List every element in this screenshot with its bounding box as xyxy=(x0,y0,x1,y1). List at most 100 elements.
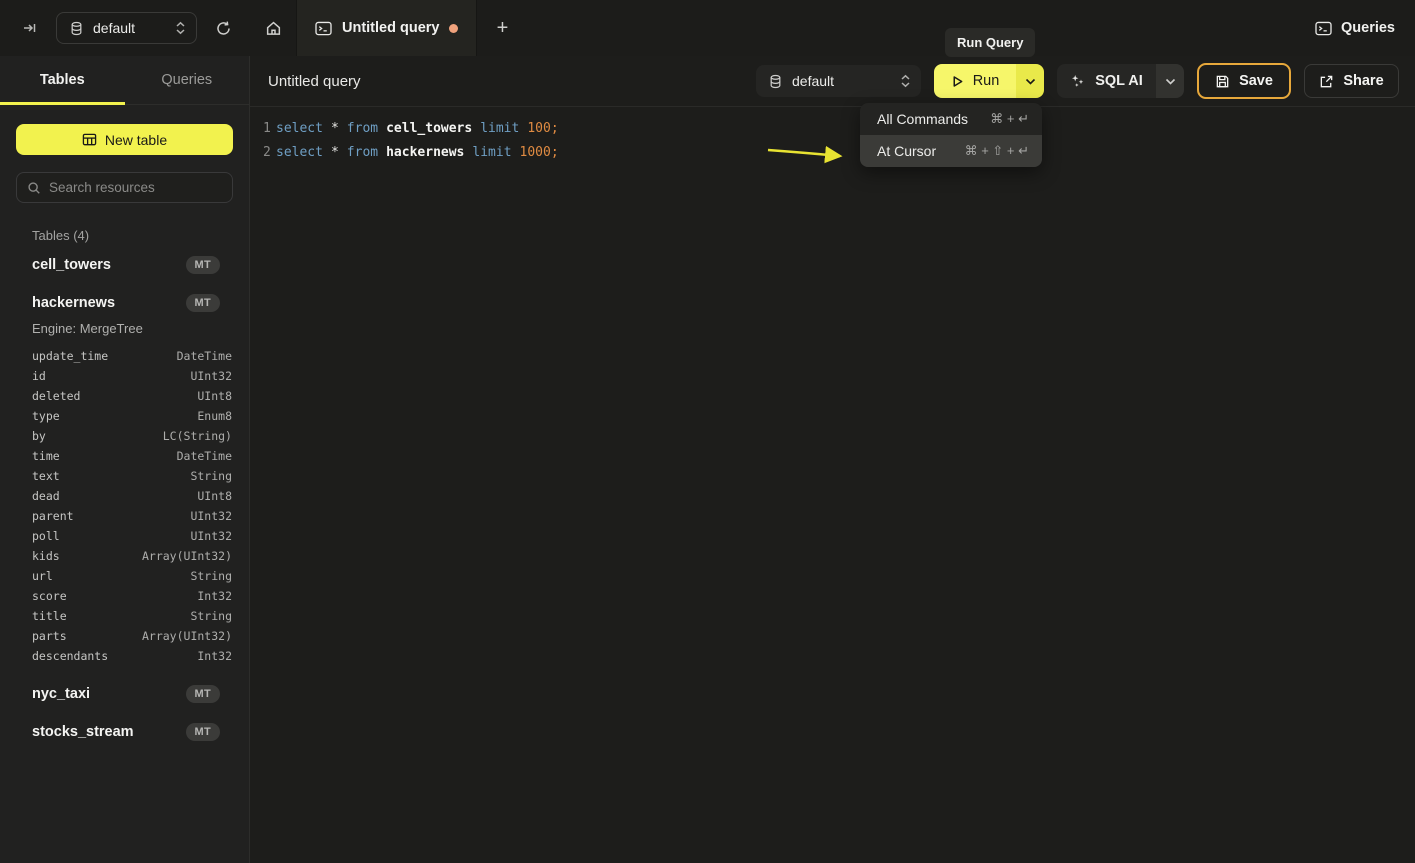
line-number: 2 xyxy=(250,145,268,160)
terminal-icon xyxy=(1315,21,1332,36)
column-type: DateTime xyxy=(177,349,232,363)
search-input[interactable] xyxy=(49,180,222,195)
unsaved-dot xyxy=(449,24,458,33)
line-number: 1 xyxy=(250,121,268,136)
chevron-down-icon xyxy=(1165,78,1176,85)
code-text: select*fromcell_towerslimit100; xyxy=(276,121,559,136)
queries-button[interactable]: Queries xyxy=(1315,20,1395,36)
column-name: kids xyxy=(32,549,60,563)
topbar-left: default xyxy=(0,0,250,56)
tab-title: Untitled query xyxy=(342,20,439,36)
column-name: deleted xyxy=(32,389,80,403)
column-type: DateTime xyxy=(177,449,232,463)
sql-ai-label: SQL AI xyxy=(1095,73,1143,89)
refresh-button[interactable] xyxy=(211,16,236,41)
run-button-label: Run xyxy=(973,73,1000,89)
sidebar-tabs: Tables Queries xyxy=(0,56,249,105)
column-row: by LC(String) xyxy=(0,426,249,446)
home-icon xyxy=(265,20,282,37)
save-icon xyxy=(1215,74,1230,89)
column-name: by xyxy=(32,429,46,443)
tabstrip: Untitled query + xyxy=(250,0,527,56)
toolbar-database-selector[interactable]: default xyxy=(756,65,921,97)
refresh-icon xyxy=(215,20,232,37)
column-name: parent xyxy=(32,509,74,523)
topbar-database-selector[interactable]: default xyxy=(56,12,197,44)
column-type: UInt32 xyxy=(190,509,232,523)
chevron-down-icon xyxy=(1025,78,1036,85)
engine-badge: MT xyxy=(186,294,220,312)
column-name: text xyxy=(32,469,60,483)
run-options-menu: All Commands ⌘ + ↵ At Cursor ⌘ + ⇧ + ↵ xyxy=(860,103,1042,167)
engine-label: Engine: MergeTree xyxy=(32,321,249,336)
menu-item-label: All Commands xyxy=(877,111,968,127)
terminal-icon xyxy=(315,21,332,36)
menu-item-label: At Cursor xyxy=(877,143,936,159)
column-name: dead xyxy=(32,489,60,503)
column-row: titleString xyxy=(0,606,249,626)
table-grid-icon xyxy=(82,132,97,147)
column-row: deleted UInt8 xyxy=(0,386,249,406)
share-icon xyxy=(1319,74,1334,89)
tables-section-label: Tables (4) xyxy=(32,228,249,243)
column-row: dead UInt8 xyxy=(0,486,249,506)
sidebar-tab-queries[interactable]: Queries xyxy=(125,56,250,104)
engine-badge: MT xyxy=(186,256,220,274)
run-options-button[interactable] xyxy=(1016,64,1044,98)
column-name: poll xyxy=(32,529,60,543)
table-row-cell-towers[interactable]: cell_towers MT xyxy=(0,248,249,281)
search-icon xyxy=(27,181,41,195)
sql-ai-options-button[interactable] xyxy=(1156,64,1184,98)
column-row: typeEnum8 xyxy=(0,406,249,426)
tab-home[interactable] xyxy=(250,0,296,56)
table-row-stocks-stream[interactable]: stocks_stream MT xyxy=(0,715,249,748)
table-name: cell_towers xyxy=(32,257,111,273)
column-row: time DateTime xyxy=(0,446,249,466)
collapse-sidebar-button[interactable] xyxy=(18,16,42,40)
column-row: partsArray(UInt32) xyxy=(0,626,249,646)
column-name: time xyxy=(32,449,60,463)
sidebar-tab-tables[interactable]: Tables xyxy=(0,56,125,104)
table-name: nyc_taxi xyxy=(32,686,90,702)
tab-untitled-query[interactable]: Untitled query xyxy=(296,0,477,56)
collapse-sidebar-icon xyxy=(22,20,38,36)
toolbar-controls: default Run xyxy=(756,63,1399,99)
column-type: Enum8 xyxy=(197,409,232,423)
column-name: title xyxy=(32,609,67,623)
code-line-2: 2 select*fromhackernewslimit1000; xyxy=(250,140,1415,164)
column-name: url xyxy=(32,569,53,583)
database-icon xyxy=(768,74,783,89)
share-button-label: Share xyxy=(1343,73,1383,89)
sidebar-tab-queries-label: Queries xyxy=(161,72,212,88)
menu-item-shortcut: ⌘ + ↵ xyxy=(990,111,1029,127)
column-type: UInt32 xyxy=(190,369,232,383)
column-row: descendantsInt32 xyxy=(0,646,249,666)
table-row-hackernews[interactable]: hackernews MT xyxy=(0,286,249,319)
sql-editor[interactable]: 1 select*fromcell_towerslimit100; 2 sele… xyxy=(250,107,1415,863)
column-type: UInt8 xyxy=(197,389,232,403)
column-row: scoreInt32 xyxy=(0,586,249,606)
column-row: update_timeDateTime xyxy=(0,346,249,366)
run-button[interactable]: Run xyxy=(934,64,1016,98)
column-row: parent UInt32 xyxy=(0,506,249,526)
search-box xyxy=(16,172,233,203)
topbar-database-value: default xyxy=(93,20,166,36)
column-type: String xyxy=(190,569,232,583)
column-row: url String xyxy=(0,566,249,586)
new-tab-button[interactable]: + xyxy=(477,0,527,56)
table-row-nyc-taxi[interactable]: nyc_taxi MT xyxy=(0,677,249,710)
toolbar-database-value: default xyxy=(792,73,891,89)
share-button[interactable]: Share xyxy=(1304,64,1399,98)
menu-item-at-cursor[interactable]: At Cursor ⌘ + ⇧ + ↵ xyxy=(860,135,1042,167)
topbar: default xyxy=(0,0,1415,56)
new-table-button[interactable]: New table xyxy=(16,124,233,155)
chevron-updown-icon xyxy=(175,21,186,35)
column-type: LC(String) xyxy=(163,429,232,443)
sidebar-tab-tables-label: Tables xyxy=(40,72,85,88)
column-row: kidsArray(UInt32) xyxy=(0,546,249,566)
column-row: idUInt32 xyxy=(0,366,249,386)
save-button[interactable]: Save xyxy=(1197,63,1291,99)
menu-item-all-commands[interactable]: All Commands ⌘ + ↵ xyxy=(860,103,1042,135)
column-type: UInt8 xyxy=(197,489,232,503)
sql-ai-button[interactable]: SQL AI xyxy=(1057,64,1156,98)
